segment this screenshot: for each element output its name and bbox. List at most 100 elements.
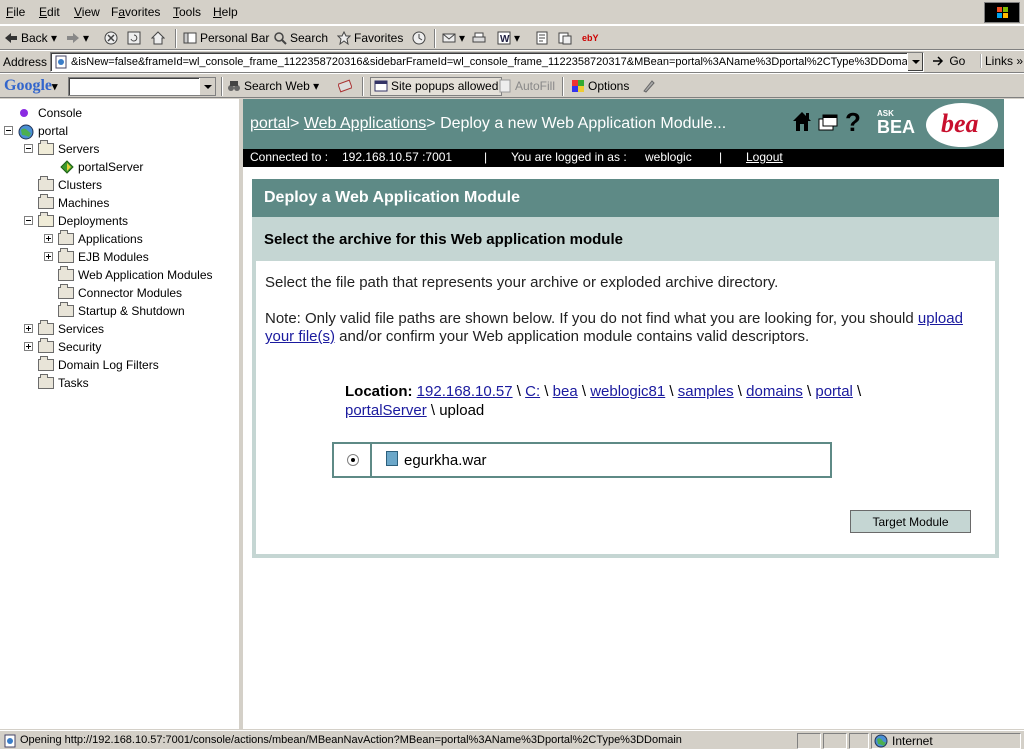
help-icon[interactable]: ? xyxy=(845,107,861,137)
print-icon xyxy=(472,32,486,43)
windows-logo-icon xyxy=(984,2,1020,23)
address-bar: Address &isNew=false&frameId=wl_console_… xyxy=(0,50,1024,73)
bea-logo: bea xyxy=(926,103,998,147)
globe-icon xyxy=(18,124,34,140)
tree-item-servers[interactable]: Servers xyxy=(24,140,144,158)
favorites-button[interactable]: Favorites xyxy=(337,29,403,48)
folder-icon xyxy=(38,176,54,191)
discuss-button[interactable] xyxy=(535,29,552,48)
autofill-button[interactable]: AutoFill xyxy=(498,77,555,96)
back-arrow-icon xyxy=(5,33,17,43)
folder-open-icon xyxy=(38,212,54,227)
address-input[interactable]: &isNew=false&frameId=wl_console_frame_11… xyxy=(50,52,924,72)
tree-item-machines[interactable]: Machines xyxy=(38,194,158,212)
search-button[interactable]: Search xyxy=(273,29,328,48)
breadcrumb-web-applications-link[interactable]: Web Applications xyxy=(304,115,426,132)
target-module-button[interactable]: Target Module xyxy=(850,510,971,533)
banner-icons: ? xyxy=(791,107,869,138)
search-web-button[interactable]: Search Web ▾ xyxy=(227,77,319,96)
tree-item-portal[interactable]: portal xyxy=(4,122,144,140)
tree-item-security[interactable]: Security xyxy=(24,338,164,356)
panel-title: Deploy a Web Application Module xyxy=(252,179,999,217)
tree-item-connector-modules[interactable]: Connector Modules xyxy=(58,284,228,302)
tree-item-deployments[interactable]: Deployments xyxy=(24,212,164,230)
path-portalserver-link[interactable]: portalServer xyxy=(345,402,427,419)
header-banner: portal> Web Applications> Deploy a new W… xyxy=(243,99,1004,149)
collapse-icon[interactable] xyxy=(24,144,33,153)
tree-item-applications[interactable]: Applications xyxy=(44,230,184,248)
folder-icon xyxy=(38,194,54,209)
options-button[interactable]: Options xyxy=(571,77,629,96)
address-dropdown-icon[interactable] xyxy=(907,53,923,71)
discuss-icon xyxy=(536,31,548,45)
toolbar-separator xyxy=(175,29,177,48)
ebay-button[interactable]: ebY xyxy=(582,29,599,48)
tree-item-ejb-modules[interactable]: EJB Modules xyxy=(44,248,184,266)
stop-button[interactable] xyxy=(104,29,121,48)
tree-item-web-application-modules[interactable]: Web Application Modules xyxy=(58,266,228,284)
menu-tools[interactable]: Tools xyxy=(173,5,201,19)
tree-item-console[interactable]: Console xyxy=(20,104,140,122)
refresh-icon xyxy=(127,31,141,45)
server-address: 192.168.10.57 :7001 xyxy=(342,150,453,164)
history-button[interactable] xyxy=(412,29,429,48)
print-button[interactable] xyxy=(472,29,489,48)
home-icon[interactable] xyxy=(793,112,811,131)
deploy-panel: Deploy a Web Application Module Select t… xyxy=(252,179,999,558)
forward-arrow-icon xyxy=(67,33,79,43)
menu-file[interactable]: File xyxy=(6,5,25,19)
edit-button[interactable]: W ▾ xyxy=(497,29,520,48)
tree-item-services[interactable]: Services xyxy=(24,320,164,338)
collapse-icon[interactable] xyxy=(4,126,13,135)
address-url: &isNew=false&frameId=wl_console_frame_11… xyxy=(71,56,907,68)
collapse-icon[interactable] xyxy=(24,216,33,225)
google-dropdown-icon[interactable] xyxy=(199,78,215,95)
tree-item-startup-shutdown[interactable]: Startup & Shutdown xyxy=(58,302,228,320)
path-drive-link[interactable]: C: xyxy=(525,383,540,400)
messenger-button[interactable] xyxy=(558,29,575,48)
menu-edit[interactable]: Edit xyxy=(39,5,60,19)
menu-favorites[interactable]: Favorites xyxy=(111,5,160,19)
path-bea-link[interactable]: bea xyxy=(553,383,578,400)
go-button[interactable]: Go xyxy=(932,54,965,68)
logout-link[interactable]: Logout xyxy=(746,149,783,166)
path-domains-link[interactable]: domains xyxy=(746,383,803,400)
breadcrumb-portal-link[interactable]: portal xyxy=(250,115,290,132)
menu-help[interactable]: Help xyxy=(213,5,238,19)
mail-button[interactable]: ▾ xyxy=(442,29,465,48)
breadcrumb-current: Deploy a new Web Application Module... xyxy=(440,115,727,132)
file-radio-cell xyxy=(334,444,372,476)
tree-item-domain-log-filters[interactable]: Domain Log Filters xyxy=(38,356,198,374)
google-search-input[interactable] xyxy=(68,77,216,96)
path-host-link[interactable]: 192.168.10.57 xyxy=(417,383,513,400)
path-portal-link[interactable]: portal xyxy=(815,383,853,400)
pagerank-button[interactable] xyxy=(338,77,355,96)
forward-button[interactable]: ▾ xyxy=(66,29,89,48)
google-logo[interactable]: Google▾ xyxy=(4,77,58,95)
file-select-radio[interactable] xyxy=(347,454,359,466)
toolbar-separator xyxy=(221,77,223,96)
tree-item-tasks[interactable]: Tasks xyxy=(38,374,158,392)
windows-icon[interactable] xyxy=(818,114,838,131)
expand-icon[interactable] xyxy=(24,324,33,333)
expand-icon[interactable] xyxy=(44,252,53,261)
tree-item-clusters[interactable]: Clusters xyxy=(38,176,158,194)
refresh-button[interactable] xyxy=(127,29,144,48)
popup-blocker-button[interactable]: Site popups allowed xyxy=(370,77,503,96)
path-weblogic81-link[interactable]: weblogic81 xyxy=(590,383,665,400)
expand-icon[interactable] xyxy=(44,234,53,243)
page-icon xyxy=(55,55,67,69)
highlight-button[interactable] xyxy=(641,77,658,96)
menu-view[interactable]: View xyxy=(74,5,100,19)
path-samples-link[interactable]: samples xyxy=(678,383,734,400)
ask-bea-link[interactable]: ASK BEA xyxy=(877,110,915,137)
back-button[interactable]: Back ▾ xyxy=(4,29,57,48)
personal-bar-button[interactable]: Personal Bar xyxy=(183,29,269,48)
expand-icon[interactable] xyxy=(24,342,33,351)
toolbar-separator xyxy=(362,77,364,96)
options-icon xyxy=(572,80,584,92)
folder-icon xyxy=(38,374,54,389)
home-button[interactable] xyxy=(151,29,168,48)
tree-item-portal-server[interactable]: portalServer xyxy=(60,158,200,176)
links-button[interactable]: Links » xyxy=(980,54,1023,68)
